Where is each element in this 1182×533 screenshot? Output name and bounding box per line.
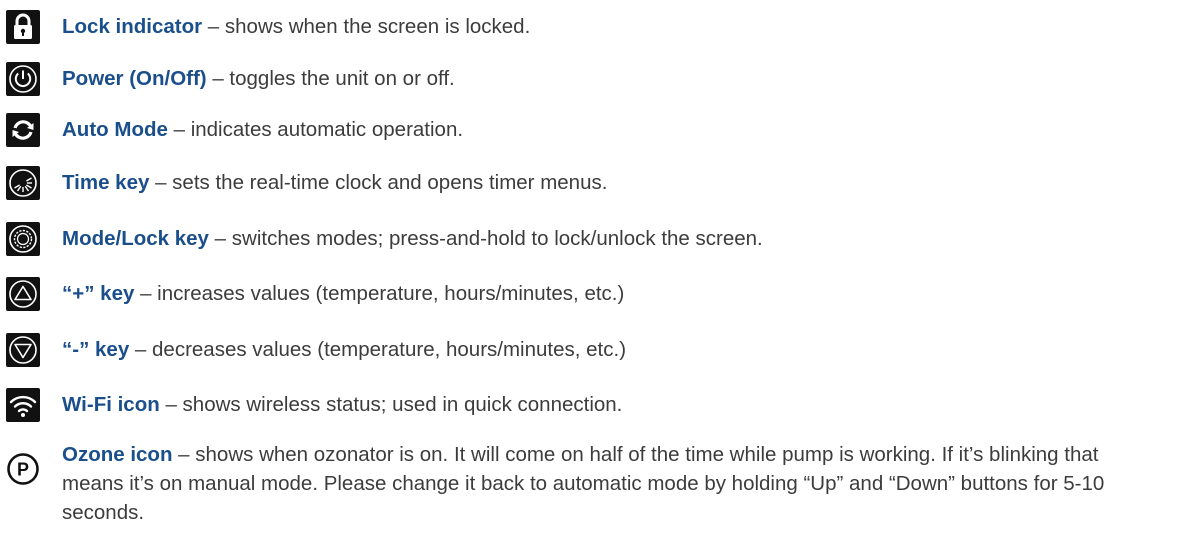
legend-item-text: Auto Mode – indicates automatic operatio… <box>62 115 463 144</box>
legend-item-ozone: P Ozone icon – shows when ozonator is on… <box>0 440 1182 530</box>
legend-description: – decreases values (temperature, hours/m… <box>129 338 627 361</box>
time-key-icon <box>6 166 40 200</box>
power-icon <box>6 62 40 96</box>
minus-key-icon <box>6 333 40 367</box>
legend-term: “+” key <box>62 282 135 305</box>
legend-description: – shows when ozonator is on. It will com… <box>62 443 1105 524</box>
legend-item-text: Lock indicator – shows when the screen i… <box>62 12 530 41</box>
legend-item-auto-mode: Auto Mode – indicates automatic operatio… <box>0 113 1182 147</box>
legend-description: – indicates automatic operation. <box>167 118 464 141</box>
legend-item-text: Time key – sets the real-time clock and … <box>62 168 607 197</box>
legend-item-lock: Lock indicator – shows when the screen i… <box>0 10 1182 44</box>
legend-term: Ozone icon <box>62 443 173 466</box>
legend-description: – switches modes; press-and-hold to lock… <box>208 227 763 250</box>
icon-legend: Lock indicator – shows when the screen i… <box>0 0 1182 533</box>
legend-term: Auto Mode <box>62 118 168 141</box>
legend-term: Lock indicator <box>62 15 203 38</box>
plus-key-icon <box>6 277 40 311</box>
legend-item-text: Power (On/Off) – toggles the unit on or … <box>62 64 455 93</box>
legend-item-text: “+” key – increases values (temperature,… <box>62 279 624 308</box>
legend-item-plus-key: “+” key – increases values (temperature,… <box>0 277 1182 311</box>
legend-description: – shows wireless status; used in quick c… <box>159 393 623 416</box>
legend-description: – increases values (temperature, hours/m… <box>134 282 625 305</box>
legend-description: – shows when the screen is locked. <box>202 15 531 38</box>
legend-item-wifi: Wi-Fi icon – shows wireless status; used… <box>0 388 1182 422</box>
legend-item-time-key: Time key – sets the real-time clock and … <box>0 166 1182 200</box>
legend-term: Time key <box>62 171 150 194</box>
legend-item-minus-key: “-” key – decreases values (temperature,… <box>0 333 1182 367</box>
legend-item-text: Wi-Fi icon – shows wireless status; used… <box>62 390 622 419</box>
legend-description: – sets the real-time clock and opens tim… <box>149 171 608 194</box>
mode-lock-key-icon <box>6 222 40 256</box>
legend-term: Mode/Lock key <box>62 227 209 250</box>
legend-item-mode-lock-key: Mode/Lock key – switches modes; press-an… <box>0 222 1182 256</box>
legend-term: Wi-Fi icon <box>62 393 160 416</box>
auto-mode-icon <box>6 113 40 147</box>
legend-item-text: Mode/Lock key – switches modes; press-an… <box>62 224 763 253</box>
legend-term: Power (On/Off) <box>62 67 207 90</box>
lock-icon <box>6 10 40 44</box>
legend-item-text: Ozone icon – shows when ozonator is on. … <box>62 440 1152 527</box>
legend-item-text: “-” key – decreases values (temperature,… <box>62 335 626 364</box>
legend-description: – toggles the unit on or off. <box>206 67 455 90</box>
svg-text:P: P <box>17 460 29 480</box>
legend-item-power: Power (On/Off) – toggles the unit on or … <box>0 62 1182 96</box>
wifi-icon <box>6 388 40 422</box>
ozone-p-icon: P <box>6 452 40 486</box>
legend-term: “-” key <box>62 338 130 361</box>
